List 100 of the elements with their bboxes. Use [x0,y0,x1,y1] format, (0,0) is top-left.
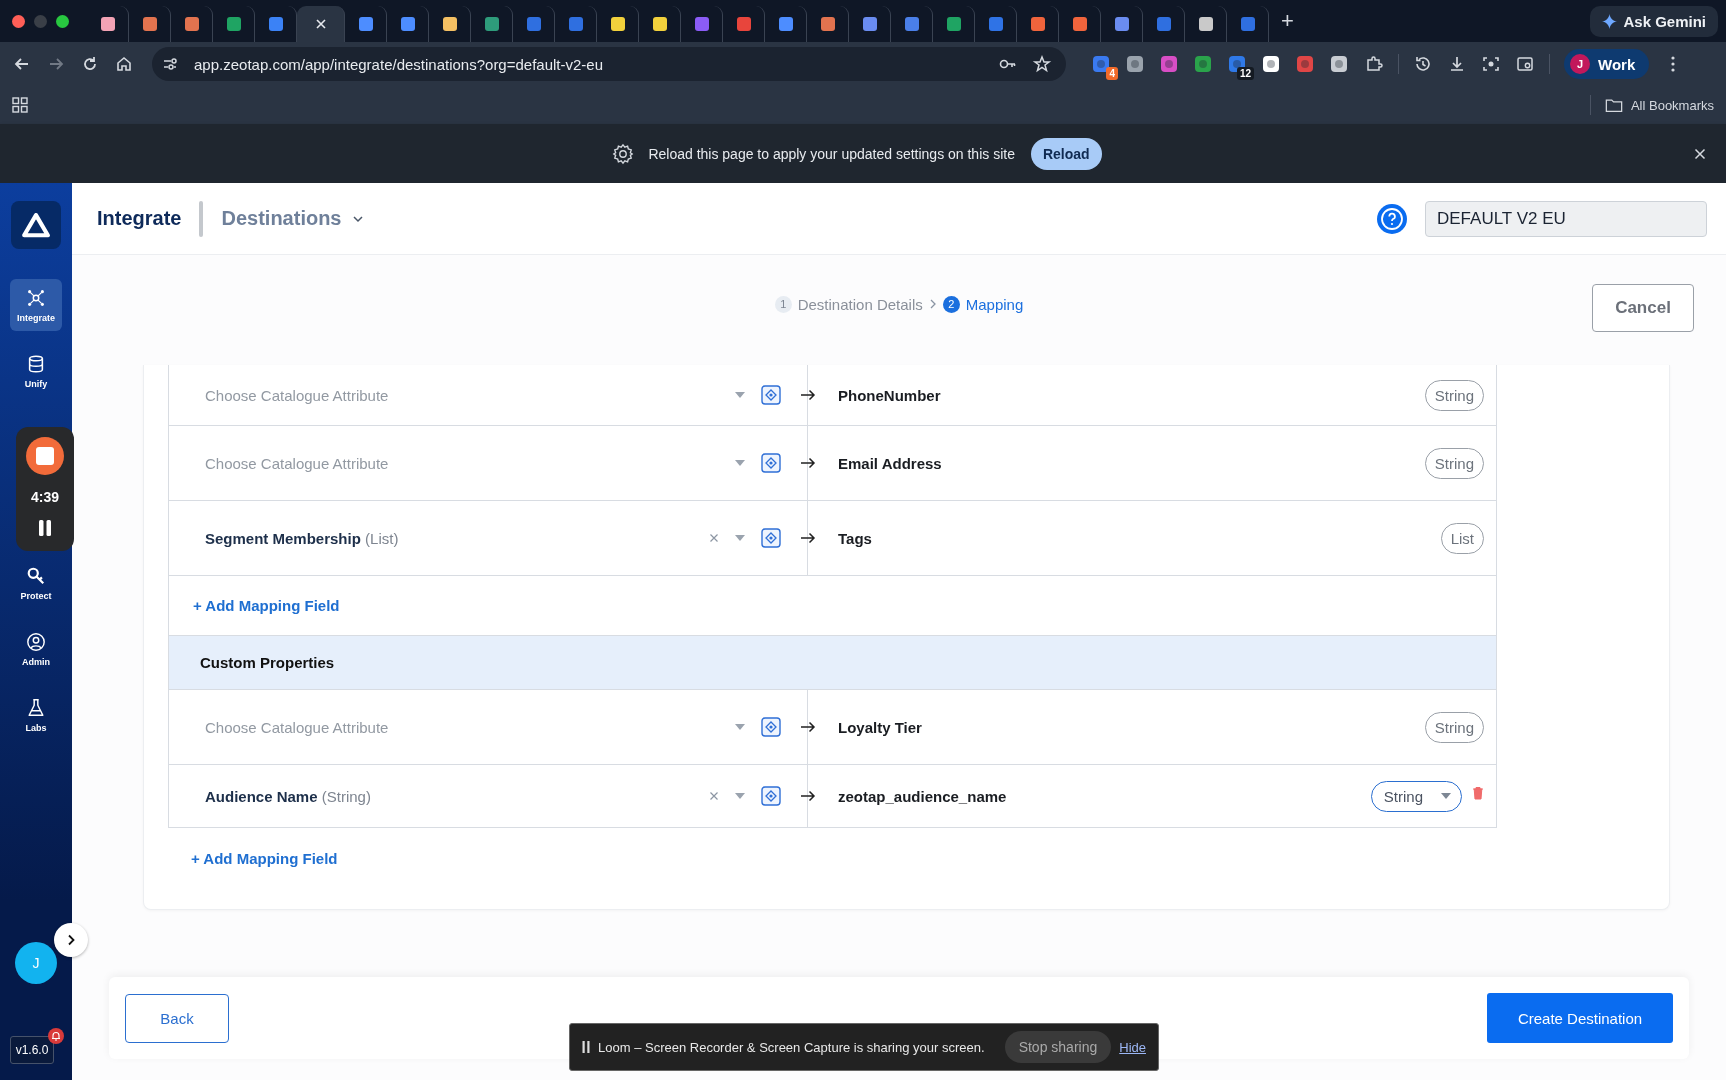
sharing-message: Loom – Screen Recorder & Screen Capture is sharing your screen. [598,1039,986,1055]
add-mapping-field-link[interactable]: + Add Mapping Field [193,597,340,614]
extension-icon[interactable] [1262,55,1280,73]
chevron-right-icon [928,298,937,310]
folder-icon [1604,97,1623,113]
flask-icon [26,697,46,718]
nav-item[interactable]: Unify [10,345,62,397]
favicon-icon [267,16,284,32]
network-icon [26,287,46,308]
map-function-icon[interactable] [761,717,781,737]
extension-badge: 4 [1106,67,1118,80]
close-tab-icon[interactable] [314,18,327,30]
trash-icon[interactable] [1472,786,1484,800]
favicon-icon [141,16,158,32]
caret-down-icon[interactable] [735,793,745,799]
stepper-step[interactable]: 2 Mapping [942,295,1024,313]
favicon-icon [1113,16,1130,32]
stop-recording-button[interactable] [26,437,64,475]
extension-icon[interactable] [1330,55,1348,73]
all-bookmarks-button[interactable]: All Bookmarks [1604,97,1714,113]
version-label: v1.6.0 [9,1036,55,1064]
favicon-icon [861,16,878,32]
section-title: Custom Properties [200,654,335,671]
reload-button[interactable]: Reload [1030,137,1102,170]
sparkle-icon [1602,13,1618,29]
favicon-icon [609,16,626,32]
apps-grid-icon[interactable] [10,95,30,115]
maximize-window-icon[interactable] [56,14,69,28]
pause-icon[interactable] [582,1041,590,1053]
close-window-icon[interactable] [12,14,25,28]
create-destination-button[interactable]: Create Destination [1487,993,1673,1043]
destination-field-name: PhoneNumber [838,386,941,404]
back-button[interactable]: Back [125,993,229,1043]
destination-field-name: zeotap_audience_name [838,787,1007,805]
page-title: Integrate [97,207,182,230]
caret-down-icon[interactable] [735,392,745,398]
favicon-icon [693,16,710,32]
map-function-icon[interactable] [761,453,781,473]
caret-down-icon[interactable] [735,460,745,466]
favicon-icon [183,16,200,32]
favicon-icon [735,16,752,32]
home-icon[interactable] [114,54,134,74]
nav-item[interactable]: Protect [10,557,62,609]
favicon-icon [819,16,836,32]
nav-item[interactable]: Labs [10,689,62,741]
recording-time: 4:39 [31,489,59,505]
browser-tab[interactable] [297,6,345,42]
profile-button[interactable]: J Work [1564,49,1650,79]
expand-sidebar-button[interactable] [54,923,88,957]
add-mapping-field-link[interactable]: + Add Mapping Field [191,850,338,867]
history-icon[interactable] [1413,54,1433,74]
nav-item[interactable]: Admin [10,623,62,675]
ask-gemini-button[interactable]: Ask Gemini [1590,5,1718,37]
puzzle-icon[interactable] [1364,54,1384,74]
favicon-icon [1197,16,1214,32]
favicon-icon [1029,16,1046,32]
map-function-icon[interactable] [761,528,781,548]
reading-mode-icon[interactable] [1515,54,1535,74]
user-circle-icon [26,631,46,652]
organization-field[interactable]: DEFAULT V2 EU [1425,200,1707,237]
bell-icon[interactable] [48,1028,65,1044]
profile-avatar: J [1570,54,1590,74]
destination-field-name: Loyalty Tier [838,718,922,736]
destination-field-name: Email Address [838,454,942,472]
favicon-icon [987,16,1004,32]
cancel-button[interactable]: Cancel [1592,284,1694,332]
screenshot-icon[interactable] [1481,54,1501,74]
favicon-icon [441,16,458,32]
arrow-right-icon [800,457,816,469]
gear-icon [612,142,635,165]
logo-tile[interactable] [11,201,61,249]
clear-icon[interactable] [709,533,719,543]
destinations-dropdown[interactable]: Destinations [221,207,364,230]
arrow-right-icon [800,389,816,401]
help-icon[interactable] [1377,203,1407,234]
stop-sharing-button[interactable]: Stop sharing [1004,1031,1112,1063]
address-bar[interactable]: app.zeotap.com/app/integrate/destinations?org=default-v2-eu [152,47,1066,81]
caret-down-icon[interactable] [735,535,745,541]
close-icon[interactable] [1694,147,1706,160]
catalogue-attribute-select[interactable]: Segment Membership (List) [205,529,399,547]
pause-icon[interactable] [37,519,53,537]
triangle-logo-icon [22,212,50,238]
hide-link[interactable]: Hide [1119,1039,1146,1055]
favicon-icon [1239,16,1256,32]
favicon-icon [483,16,500,32]
map-function-icon[interactable] [761,385,781,405]
extension-badge: 12 [1236,67,1254,80]
map-function-icon[interactable] [761,786,781,806]
caret-down-icon[interactable] [735,724,745,730]
arrow-right-icon [800,790,816,802]
clear-icon[interactable] [709,791,719,801]
nav-item[interactable]: Integrate [10,279,62,331]
favicon-icon [357,16,374,32]
favicon-icon [651,16,668,32]
destination-field-name: Tags [838,529,872,547]
catalogue-attribute-select[interactable]: Audience Name (String) [205,787,371,805]
favicon-icon [903,16,920,32]
new-tab-button[interactable]: + [1281,8,1294,34]
star-icon[interactable] [1032,54,1052,74]
key-icon [26,565,46,586]
